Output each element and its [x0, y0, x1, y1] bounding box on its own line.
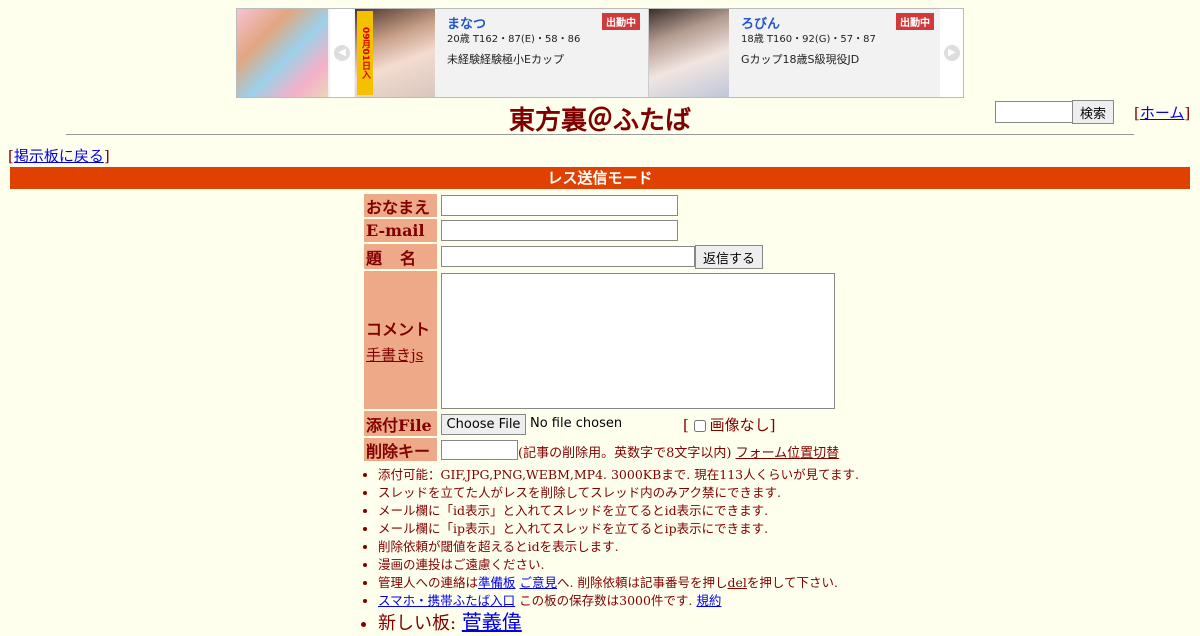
file-label: 添付File	[364, 411, 437, 436]
feedback-link[interactable]: ご意見	[520, 575, 558, 590]
list-item: 新しい板: 菅義偉	[378, 610, 859, 636]
ad-banner[interactable]: ◀ 09月01日入 まなつ 出勤中 20歳 T162・87(E)・58・86 未…	[236, 8, 964, 98]
email-field[interactable]	[441, 220, 678, 241]
comment-textarea[interactable]	[441, 273, 835, 409]
delete-key-label: 削除キー	[364, 438, 437, 461]
status-badge: 出勤中	[896, 13, 934, 30]
delete-key-field[interactable]	[441, 440, 518, 460]
note-text: へ. 削除依頼は記事番号を押し	[557, 575, 728, 590]
comment-label: コメント	[366, 319, 431, 339]
card-spec: 18歳 T160・92(G)・57・87	[741, 34, 876, 45]
banner-main-image[interactable]	[237, 9, 328, 97]
list-item: スレッドを立てた人がレスを削除してスレッド内のみアク禁にできます.	[378, 484, 859, 502]
mobile-entry-link[interactable]: スマホ・携帯ふたば入口	[378, 593, 515, 608]
list-item: 漫画の連投はご遠慮ください.	[378, 556, 859, 574]
comment-label-cell: コメント 手書きjs	[364, 271, 437, 409]
chevron-right-icon: ▶	[944, 45, 960, 61]
no-image-option: [ 画像なし]	[683, 416, 776, 434]
board-notes: 添付可能：GIF,JPG,PNG,WEBM,MP4. 3000KBまで. 現在1…	[364, 466, 859, 636]
banner-card[interactable]: ろびん 出勤中 18歳 T160・92(G)・57・87 Gカップ18歳S級現役…	[648, 9, 940, 97]
subject-field[interactable]	[441, 246, 695, 267]
rules-link[interactable]: 規約	[696, 593, 721, 608]
list-item: 削除依頼が閾値を超えるとidを表示します.	[378, 538, 859, 556]
card-spec: 20歳 T162・87(E)・58・86	[447, 34, 581, 45]
banner-card[interactable]: 09月01日入 まなつ 出勤中 20歳 T162・87(E)・58・86 未経験…	[355, 9, 646, 97]
no-file-text: No file chosen	[530, 416, 623, 431]
new-tag: 09月01日入	[357, 11, 373, 95]
list-item: メール欄に「id表示」と入れてスレッドを立てるとid表示にできます.	[378, 502, 859, 520]
back-to-board-link[interactable]: 掲示板に戻る	[14, 147, 104, 165]
note-text: 新しい板:	[378, 613, 457, 634]
note-text: 管理人への連絡は	[378, 575, 479, 590]
name-label: おなまえ	[364, 194, 437, 217]
search-button[interactable]: 検索	[1072, 100, 1114, 124]
del-link[interactable]: del	[727, 575, 746, 590]
name-field[interactable]	[441, 195, 678, 216]
home-link[interactable]: ホーム	[1140, 104, 1185, 122]
home-link-wrapper: [ホーム]	[1134, 104, 1191, 122]
card-photo: 09月01日入	[355, 9, 435, 97]
choose-file-button[interactable]: Choose File	[441, 414, 526, 435]
mode-bar: レス送信モード	[10, 167, 1190, 189]
card-photo	[649, 9, 729, 97]
divider	[66, 134, 1134, 135]
banner-prev-button[interactable]: ◀	[330, 9, 354, 97]
subject-label: 題名	[364, 244, 437, 269]
note-text: この板の保存数は3000件です.	[519, 593, 693, 608]
delete-key-hint: (記事の削除用。英数字で8文字以内)	[518, 446, 732, 461]
banner-next-button[interactable]: ▶	[940, 9, 963, 97]
card-desc: 未経験経験極小Eカップ	[447, 53, 564, 66]
list-item: 添付可能：GIF,JPG,PNG,WEBM,MP4. 3000KBまで. 現在1…	[378, 466, 859, 484]
email-label: E-mail	[364, 219, 437, 242]
card-desc: Gカップ18歳S級現役JD	[741, 53, 860, 66]
form-position-toggle-link[interactable]: フォーム位置切替	[736, 446, 840, 461]
new-board-link[interactable]: 菅義偉	[462, 610, 522, 634]
search-input[interactable]	[995, 101, 1075, 123]
handwrite-link[interactable]: 手書きjs	[366, 344, 423, 365]
status-badge: 出勤中	[602, 13, 640, 30]
chevron-left-icon: ◀	[334, 45, 350, 61]
list-item: スマホ・携帯ふたば入口 この板の保存数は3000件です. 規約	[378, 592, 859, 610]
reply-submit-button[interactable]: 返信する	[695, 245, 763, 269]
no-image-checkbox[interactable]	[693, 420, 706, 432]
delete-key-note: (記事の削除用。英数字で8文字以内) フォーム位置切替	[518, 442, 839, 461]
list-item: 管理人への連絡は準備板 ご意見へ. 削除依頼は記事番号を押しdelを押して下さい…	[378, 574, 859, 592]
note-text: を押して下さい.	[746, 575, 838, 590]
list-item: メール欄に「ip表示」と入れてスレッドを立てるとip表示にできます.	[378, 520, 859, 538]
no-image-label: 画像なし	[709, 416, 770, 434]
back-link-wrapper: [掲示板に戻る]	[8, 147, 110, 165]
prep-board-link[interactable]: 準備板	[478, 575, 516, 590]
